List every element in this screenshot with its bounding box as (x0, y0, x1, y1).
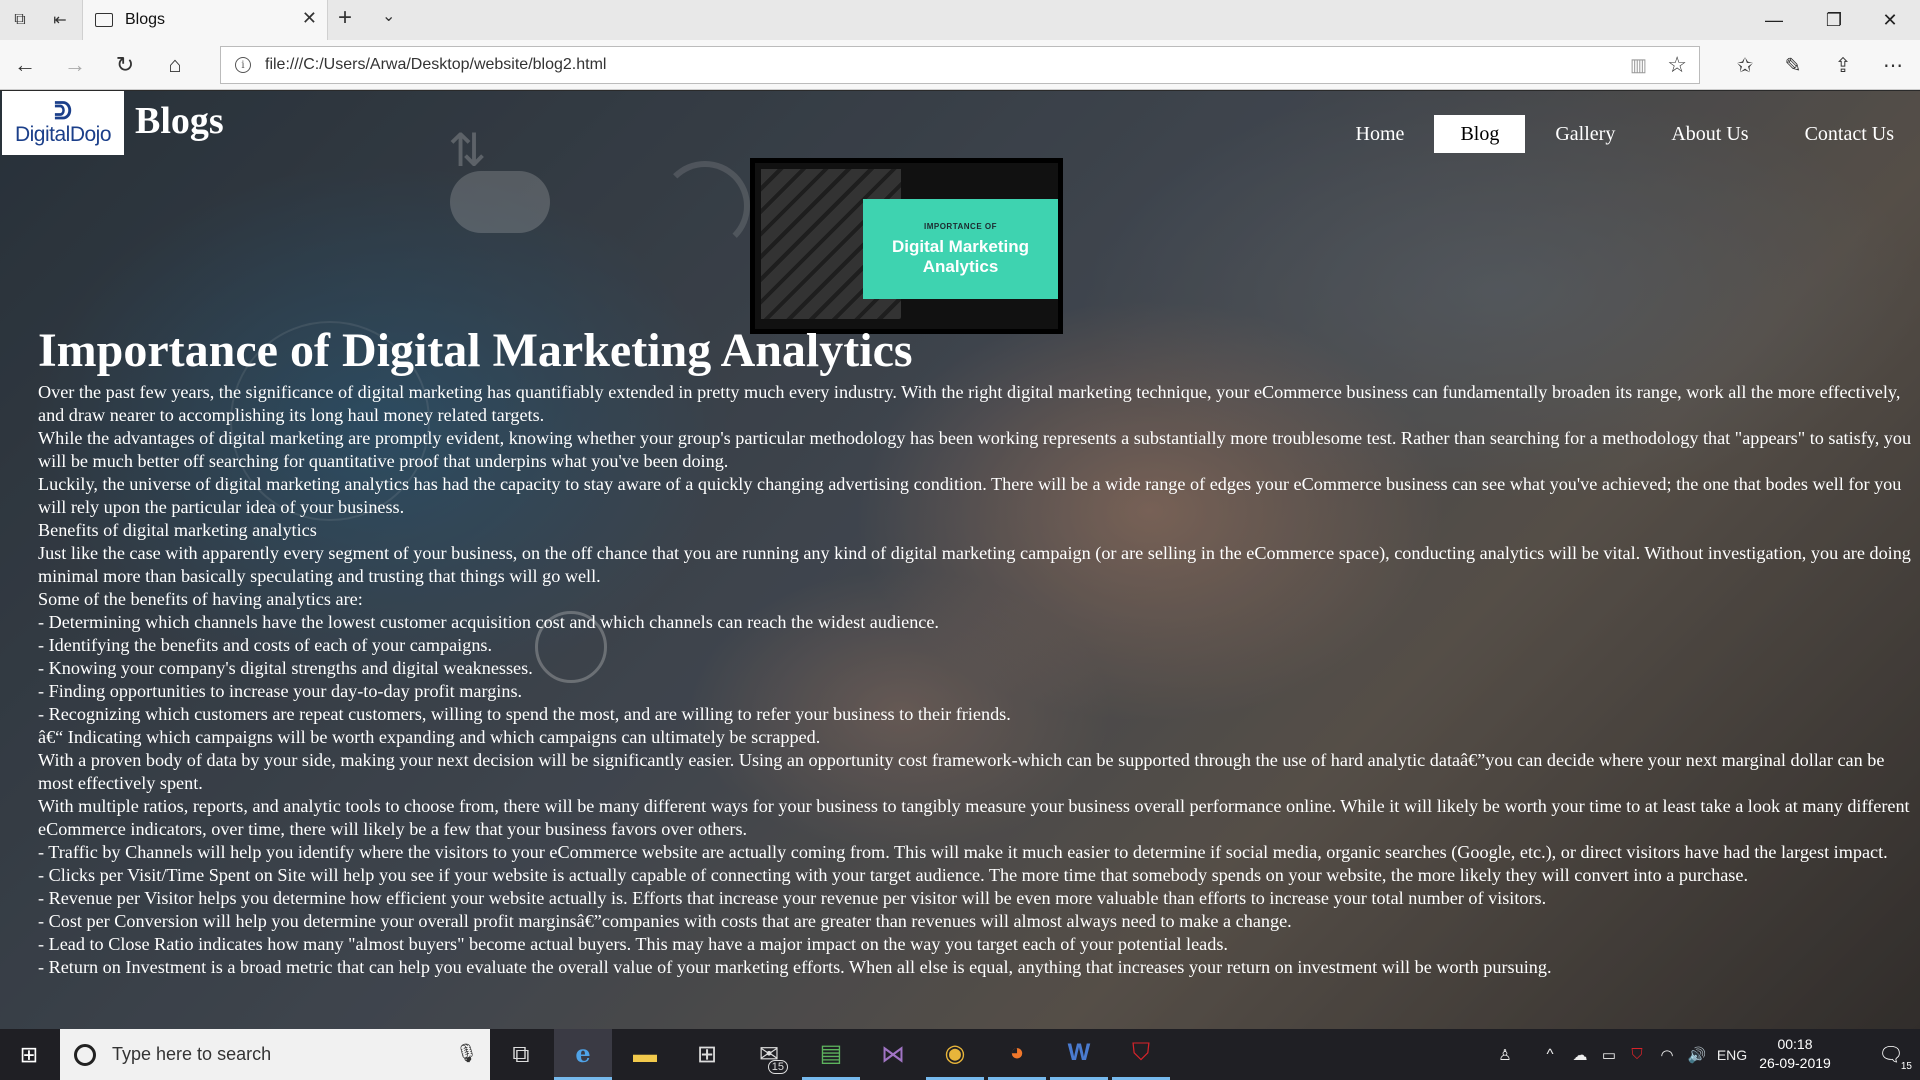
browser-tab-bar: ⧉ ⇤ Blogs ✕ + ⌄ — ❐ ✕ (0, 0, 1920, 40)
tab-actions-icon[interactable]: ⧉ (0, 0, 40, 40)
article-paragraph: Just like the case with apparently every… (38, 543, 1911, 586)
microphone-icon[interactable]: 🎙 (455, 1043, 478, 1064)
nav-blog[interactable]: Blog (1434, 115, 1526, 153)
article: Importance of Digital Marketing Analytic… (38, 325, 1918, 979)
browser-nav-bar: ← → ↻ ⌂ i file:///C:/Users/Arwa/Desktop/… (0, 40, 1920, 90)
refresh-icon[interactable]: ↻ (108, 48, 142, 82)
clock-time: 00:18 (1777, 1036, 1813, 1052)
taskbar-search-box[interactable]: Type here to search 🎙 (60, 1029, 490, 1080)
article-paragraph: While the advantages of digital marketin… (38, 428, 1912, 471)
back-arrow-icon[interactable]: ← (8, 48, 42, 82)
close-tab-icon[interactable]: ✕ (302, 8, 317, 29)
notification-count: 15 (1900, 1061, 1912, 1072)
nav-about-us[interactable]: About Us (1645, 115, 1774, 153)
nav-gallery[interactable]: Gallery (1529, 115, 1641, 153)
word-icon[interactable]: W (1050, 1029, 1108, 1080)
article-paragraph: - Clicks per Visit/Time Spent on Site wi… (38, 865, 1749, 885)
more-icon[interactable]: ⋯ (1876, 48, 1910, 82)
hero-title: Digital Marketing Analytics (892, 236, 1029, 276)
article-paragraph: â€“ Indicating which campaigns will be w… (38, 727, 821, 747)
spreadsheet-icon[interactable]: ▤ (802, 1029, 860, 1080)
mail-icon[interactable]: ✉ 15 (740, 1029, 798, 1080)
hero-kicker: IMPORTANCE OF (923, 221, 997, 231)
site-nav: Home Blog Gallery About Us Contact Us (1326, 115, 1920, 153)
nav-home[interactable]: Home (1330, 115, 1431, 153)
home-icon[interactable]: ⌂ (158, 48, 192, 82)
logo-text: DigitalDojo (14, 123, 112, 146)
windows-start-icon[interactable]: ⊞ (0, 1029, 58, 1080)
logo-mark-icon: ᕲ (54, 97, 72, 125)
notification-center-icon[interactable]: 🗨 15 (1862, 1029, 1920, 1080)
article-paragraph: - Cost per Conversion will help you dete… (38, 911, 1292, 931)
article-paragraph: With a proven body of data by your side,… (38, 750, 1885, 793)
hero-image: IMPORTANCE OF Digital Marketing Analytic… (750, 158, 1063, 334)
background-cloud-icon (450, 171, 550, 233)
article-paragraph: - Recognizing which customers are repeat… (38, 704, 1011, 724)
article-paragraph: - Determining which channels have the lo… (38, 612, 939, 632)
forward-arrow-icon[interactable]: → (58, 48, 92, 82)
language-indicator[interactable]: ENG (1712, 1029, 1752, 1080)
nav-contact-us[interactable]: Contact Us (1779, 115, 1920, 153)
cortana-icon (74, 1043, 96, 1066)
share-icon[interactable]: ⇪ (1826, 48, 1860, 82)
web-note-icon[interactable]: ✎ (1776, 48, 1810, 82)
tab-list-chevron-icon[interactable]: ⌄ (382, 6, 395, 26)
mail-badge: 15 (767, 1060, 788, 1074)
set-aside-tabs-icon[interactable]: ⇤ (40, 0, 80, 40)
url-text[interactable]: file:///C:/Users/Arwa/Desktop/website/bl… (265, 56, 606, 74)
volume-icon[interactable]: 🔊 (1684, 1029, 1710, 1080)
article-paragraph: - Traffic by Channels will help you iden… (38, 842, 1888, 862)
article-paragraph: Benefits of digital marketing analytics (38, 520, 317, 540)
article-paragraph: Luckily, the universe of digital marketi… (38, 474, 1902, 517)
taskbar: ⊞ Type here to search 🎙 ⧉ e ▬ ⊞ ✉ 15 ▤ ⋈ … (0, 1029, 1920, 1080)
onedrive-cloud-icon[interactable]: ☁ (1566, 1029, 1594, 1080)
edge-icon[interactable]: e (554, 1029, 612, 1080)
background-wifi-icon (660, 161, 750, 251)
people-icon[interactable]: ♙ (1490, 1029, 1520, 1080)
article-paragraph: - Knowing your company's digital strengt… (38, 658, 533, 678)
favorite-star-icon[interactable]: ☆ (1667, 52, 1687, 78)
close-window-icon[interactable]: ✕ (1860, 0, 1920, 40)
article-paragraph: - Lead to Close Ratio indicates how many… (38, 934, 1228, 954)
background-transfer-icon: ⇅ (448, 124, 487, 176)
article-paragraph: - Revenue per Visitor helps you determin… (38, 888, 1547, 908)
article-paragraph: Over the past few years, the significanc… (38, 382, 1901, 425)
system-clock[interactable]: 00:18 26-09-2019 (1752, 1035, 1838, 1073)
favorites-icon[interactable]: ✩ (1728, 48, 1762, 82)
store-icon[interactable]: ⊞ (678, 1029, 736, 1080)
article-paragraph: Some of the benefits of having analytics… (38, 589, 363, 609)
article-paragraph: - Return on Investment is a broad metric… (38, 957, 1552, 977)
hero-title-panel: IMPORTANCE OF Digital Marketing Analytic… (863, 199, 1058, 299)
wifi-icon[interactable]: ◠ (1654, 1029, 1680, 1080)
page-favicon-icon (95, 13, 113, 27)
article-paragraph: - Identifying the benefits and costs of … (38, 635, 493, 655)
visual-studio-icon[interactable]: ⋈ (864, 1029, 922, 1080)
mcafee-icon[interactable]: ⛉ (1112, 1029, 1170, 1080)
article-paragraph: With multiple ratios, reports, and analy… (38, 796, 1910, 839)
article-heading: Importance of Digital Marketing Analytic… (38, 324, 913, 377)
site-logo[interactable]: ᕲ DigitalDojo (2, 91, 124, 155)
clock-date: 26-09-2019 (1759, 1055, 1831, 1071)
reading-view-icon[interactable]: ▥ (1630, 55, 1647, 76)
battery-icon[interactable]: ▭ (1596, 1029, 1622, 1080)
browser-tab[interactable]: Blogs ✕ (82, 0, 328, 40)
info-icon[interactable]: i (235, 57, 251, 73)
article-paragraph: - Finding opportunities to increase your… (38, 681, 523, 701)
chrome-icon[interactable]: ◉ (926, 1029, 984, 1080)
article-body: Over the past few years, the significanc… (38, 381, 1918, 979)
show-hidden-icons-chevron-icon[interactable]: ^ (1538, 1029, 1562, 1080)
minimize-icon[interactable]: — (1744, 0, 1804, 40)
new-tab-icon[interactable]: + (338, 4, 352, 32)
security-tray-icon[interactable]: ⛉ (1624, 1029, 1650, 1080)
tab-title: Blogs (125, 11, 166, 28)
restore-icon[interactable]: ❐ (1804, 0, 1864, 40)
page-viewport: ⇅ ᕲ DigitalDojo Blogs Home Blog Gallery … (0, 91, 1920, 1029)
task-view-icon[interactable]: ⧉ (492, 1029, 550, 1080)
file-explorer-icon[interactable]: ▬ (616, 1029, 674, 1080)
site-title: Blogs (135, 100, 224, 142)
firefox-icon[interactable]: ◕ (988, 1029, 1046, 1080)
search-placeholder: Type here to search (112, 1044, 272, 1064)
address-bar[interactable]: i file:///C:/Users/Arwa/Desktop/website/… (220, 46, 1700, 84)
